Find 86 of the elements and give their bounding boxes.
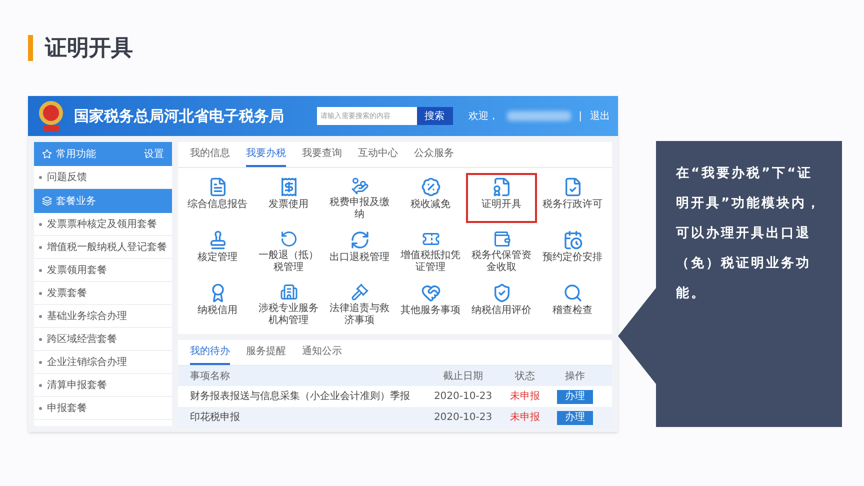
return-arrow-icon	[278, 230, 298, 248]
bullet-icon	[39, 176, 42, 178]
accent-bar	[28, 35, 33, 61]
service-module[interactable]: 税务行政许可	[537, 173, 608, 223]
main-tab[interactable]: 我要查询	[302, 146, 342, 167]
handle-button[interactable]: 办理	[557, 390, 593, 404]
section-title: 常用功能	[56, 148, 97, 162]
bullet-icon	[39, 360, 42, 364]
column-header: 操作	[564, 370, 586, 384]
service-module[interactable]: 其他服务事项	[395, 279, 466, 329]
service-module[interactable]: 核定管理	[182, 226, 253, 276]
percent-badge-icon	[420, 177, 440, 197]
status-text: 未申报	[510, 390, 540, 404]
document-check-icon	[562, 177, 582, 197]
sidebar-item[interactable]: 企业注销综合办理	[34, 351, 172, 374]
building-icon	[278, 283, 298, 301]
wallet-icon	[492, 230, 512, 248]
service-module[interactable]: 增值税抵扣凭证管理	[395, 226, 466, 276]
main-tab[interactable]: 互动中心	[358, 146, 398, 167]
service-module[interactable]: 稽查检查	[537, 279, 608, 329]
table-cell-text: 财务报表报送与信息采集（小企业会计准则）季报	[190, 390, 411, 404]
service-module[interactable]: 涉税专业服务机构管理	[253, 279, 324, 329]
handle-button[interactable]: 办理	[557, 410, 593, 424]
service-module[interactable]: 一般退（抵）税管理	[253, 226, 324, 276]
calendar-clock-icon	[562, 230, 582, 250]
bullet-icon	[39, 338, 42, 340]
document-icon	[208, 177, 228, 197]
bullet-icon	[39, 406, 42, 410]
column-header: 截止日期	[442, 370, 484, 384]
sidebar-item[interactable]: 发票领用套餐	[34, 259, 172, 282]
site-title: 国家税务总局河北省电子税务局	[74, 106, 285, 127]
welcome-text: 欢迎，	[468, 110, 499, 124]
document-badge-icon	[492, 177, 512, 197]
column-header: 事项名称	[190, 370, 231, 384]
blurred-username	[506, 111, 571, 121]
ticket-icon	[420, 230, 440, 248]
main-tab[interactable]: 我要办税	[246, 146, 286, 167]
callout-text: 在“我要办税”下“证明开具”功能模块内，可以办理开具出口退（免）税证明业务功能。	[676, 165, 822, 303]
column-header: 状态	[514, 370, 536, 384]
table-cell-text: 2020-10-23	[432, 390, 494, 404]
gavel-icon	[350, 283, 370, 301]
bullet-icon	[39, 222, 42, 226]
sidebar-item[interactable]: 清算申报套餐	[34, 374, 172, 397]
status-text: 未申报	[510, 410, 540, 425]
separator: |	[578, 110, 582, 124]
cycle-arrows-icon	[350, 230, 370, 250]
hand-coin-icon	[350, 177, 370, 195]
service-module[interactable]: 税务代保管资金收取	[466, 226, 537, 276]
todo-tab[interactable]: 通知公示	[302, 344, 342, 365]
sidebar-item[interactable]: 发票票种核定及领用套餐	[34, 213, 172, 236]
emblem-icon	[36, 100, 66, 132]
service-module[interactable]: 纳税信用	[182, 279, 253, 329]
search-button[interactable]: 搜索	[416, 107, 453, 125]
star-icon	[42, 149, 52, 159]
service-module[interactable]: 纳税信用评价	[466, 279, 537, 329]
service-module[interactable]: 预约定价安排	[537, 226, 608, 276]
bullet-icon	[39, 246, 42, 248]
main-tab[interactable]: 公众服务	[414, 146, 454, 167]
table-cell-text: 印花税申报	[190, 410, 241, 425]
todo-tab[interactable]: 服务提醒	[246, 344, 286, 365]
bullet-icon	[39, 384, 42, 386]
service-module[interactable]: 法律追责与救济事项	[324, 279, 395, 329]
section-title: 套餐业务	[56, 194, 97, 208]
service-module[interactable]: 综合信息报告	[182, 173, 253, 223]
receipt-icon	[278, 177, 298, 197]
bullet-icon	[39, 292, 42, 294]
stamp-icon	[208, 230, 228, 250]
sidebar-item[interactable]: 申报套餐	[34, 397, 172, 420]
bullet-icon	[39, 314, 42, 318]
sidebar-item[interactable]: 基础业务综合办理	[34, 305, 172, 328]
service-module[interactable]: 税费申报及缴纳	[324, 173, 395, 223]
service-module[interactable]: 发票使用	[253, 173, 324, 223]
layers-icon	[42, 196, 52, 206]
bullet-icon	[39, 268, 42, 272]
slide-title: 证明开具	[45, 34, 133, 62]
shield-icon	[492, 283, 512, 303]
service-module[interactable]: 证明开具	[466, 173, 537, 223]
table-cell-text: 2020-10-23	[432, 411, 494, 425]
service-module[interactable]: 出口退税管理	[324, 226, 395, 276]
sidebar-item[interactable]: 跨区域经营套餐	[34, 328, 172, 351]
sidebar-item[interactable]: 增值税一般纳税人登记套餐	[34, 236, 172, 259]
sidebar-item[interactable]: 发票套餐	[34, 282, 172, 305]
heart-hands-icon	[420, 283, 440, 303]
main-tab[interactable]: 我的信息	[190, 146, 230, 167]
magnifier-icon	[562, 283, 582, 303]
service-module[interactable]: 税收减免	[395, 173, 466, 223]
